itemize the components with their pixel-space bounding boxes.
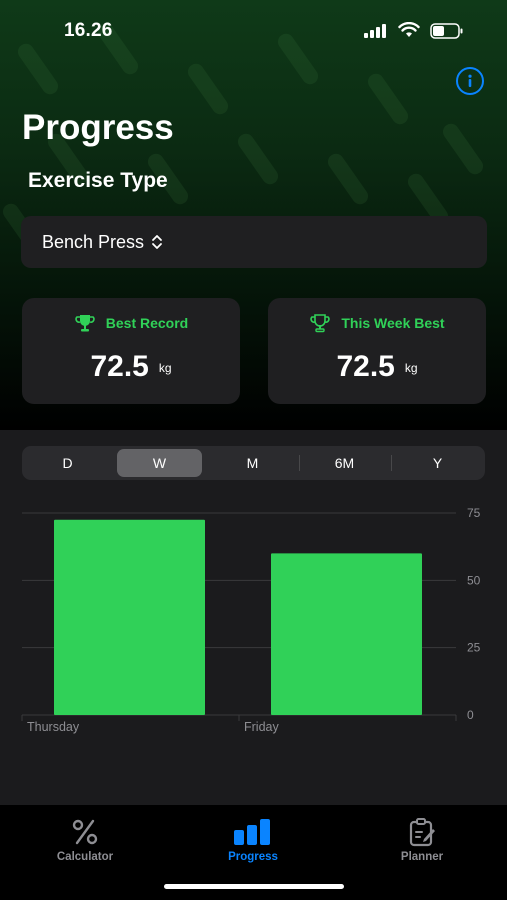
- tab-calculator[interactable]: Calculator: [25, 817, 145, 863]
- y-tick-label: 75: [467, 506, 481, 520]
- this-week-best-label: This Week Best: [341, 315, 445, 331]
- tab-planner[interactable]: Planner: [362, 817, 482, 863]
- tab-label: Calculator: [56, 851, 114, 863]
- status-time: 16.26: [64, 20, 113, 41]
- page-title: Progress: [22, 108, 174, 147]
- exercise-type-picker[interactable]: Bench Press: [21, 216, 487, 268]
- bar: [54, 519, 205, 715]
- best-record-label: Best Record: [105, 315, 189, 331]
- progress-bar-chart: 0 25 50 75 Thursday Friday: [21, 506, 481, 734]
- x-tick-label: Friday: [244, 720, 279, 734]
- segment-year[interactable]: Y: [395, 449, 480, 477]
- chevron-up-down-icon: [151, 234, 163, 250]
- best-record-value: 72.5: [90, 350, 149, 383]
- segment-six-month[interactable]: 6M: [302, 449, 387, 477]
- tab-label: Progress: [228, 851, 278, 863]
- tab-progress[interactable]: Progress: [193, 817, 313, 863]
- battery-icon: [430, 23, 463, 39]
- trophy-icon: [310, 314, 331, 333]
- y-tick-label: 25: [467, 641, 481, 655]
- best-record-unit: kg: [158, 361, 172, 375]
- y-tick-label: 50: [467, 573, 481, 587]
- segment-month[interactable]: M: [210, 449, 295, 477]
- trophy-icon: [75, 315, 95, 332]
- segment-divider: [299, 455, 300, 471]
- this-week-best-unit: kg: [404, 361, 418, 375]
- this-week-best-value: 72.5: [336, 350, 395, 383]
- segment-divider: [391, 455, 392, 471]
- y-tick-label: 0: [467, 708, 474, 722]
- wifi-icon: [398, 22, 420, 37]
- segment-week[interactable]: W: [117, 449, 202, 477]
- bar: [271, 553, 422, 715]
- cellular-signal-icon: [364, 24, 390, 38]
- info-icon[interactable]: [456, 67, 484, 95]
- clipboard-edit-icon: [409, 818, 435, 847]
- time-range-segmented-control: D W M 6M Y: [22, 446, 485, 480]
- picker-selected-value: Bench Press: [42, 231, 145, 252]
- best-record-card: Best Record 72.5 kg: [22, 298, 240, 404]
- percent-icon: [72, 819, 98, 845]
- bar-chart-icon: [234, 819, 270, 845]
- tab-label: Planner: [400, 851, 444, 863]
- exercise-type-label: Exercise Type: [28, 169, 168, 192]
- x-tick-label: Thursday: [27, 720, 80, 734]
- home-indicator: [164, 884, 344, 889]
- status-bar: 16.26: [0, 0, 507, 60]
- segment-day[interactable]: D: [25, 449, 110, 477]
- this-week-best-card: This Week Best 72.5 kg: [268, 298, 486, 404]
